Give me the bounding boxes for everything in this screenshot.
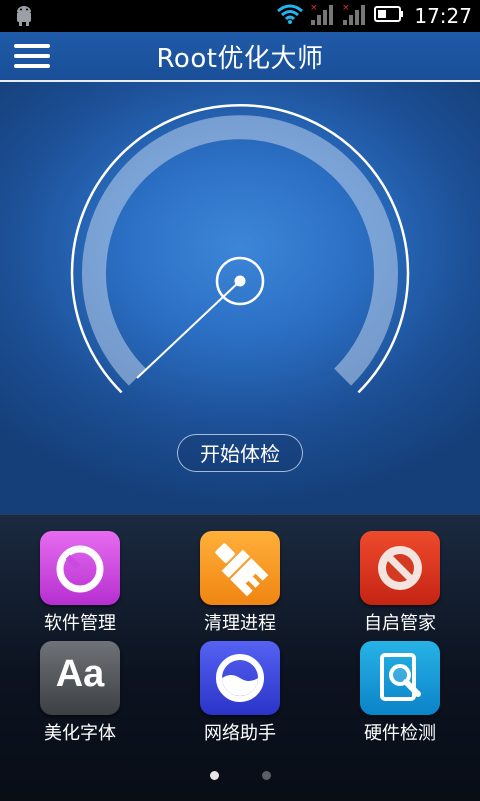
- grid-item-label: 美化字体: [44, 723, 116, 744]
- signal-no-sim-icon-2: ×: [342, 2, 368, 30]
- clock: 17:27: [414, 4, 472, 28]
- page-dot-inactive[interactable]: [262, 771, 271, 780]
- network-assistant-icon: [200, 641, 280, 715]
- grid-item-network-assistant[interactable]: 网络助手: [170, 625, 310, 744]
- signal-no-sim-icon-1: ×: [310, 2, 336, 30]
- grid-item-clean-process[interactable]: 清理进程: [170, 515, 310, 634]
- grid-item-software-manager[interactable]: 软件管理: [10, 515, 150, 634]
- grid-item-hardware-check[interactable]: 硬件检测: [330, 625, 470, 744]
- page-title: Root优化大师: [156, 44, 324, 74]
- status-bar: × × 17:27: [0, 0, 480, 32]
- start-checkup-button[interactable]: 开始体检: [177, 434, 303, 472]
- grid-item-font-beautify[interactable]: Aa 美化字体: [10, 625, 150, 744]
- android-debug-icon: [14, 5, 34, 31]
- feature-grid: 软件管理 清理进程 自启管家 Aa 美化字体 网络助手 硬件检测: [0, 514, 480, 801]
- page-dot-active[interactable]: [210, 771, 219, 780]
- svg-text:×: ×: [342, 3, 350, 13]
- wifi-icon: [276, 3, 304, 29]
- app-header: Root优化大师: [0, 32, 480, 80]
- page-indicator: [0, 768, 480, 782]
- forbidden-startup-icon: [360, 531, 440, 605]
- svg-text:×: ×: [310, 3, 318, 13]
- grid-item-label: 网络助手: [204, 723, 276, 744]
- grid-item-label: 硬件检测: [364, 723, 436, 744]
- health-check-dial-panel: 开始体检: [0, 82, 480, 514]
- battery-icon: [374, 6, 404, 26]
- gauge-needle: [136, 280, 241, 379]
- gauge-hub: [234, 275, 246, 287]
- hardware-check-icon: [360, 641, 440, 715]
- grid-item-startup-manager[interactable]: 自启管家: [330, 515, 470, 634]
- font-icon: Aa: [40, 641, 120, 715]
- broom-cleanup-icon: [200, 531, 280, 605]
- software-manager-icon: [40, 531, 120, 605]
- gauge-track: [82, 115, 398, 386]
